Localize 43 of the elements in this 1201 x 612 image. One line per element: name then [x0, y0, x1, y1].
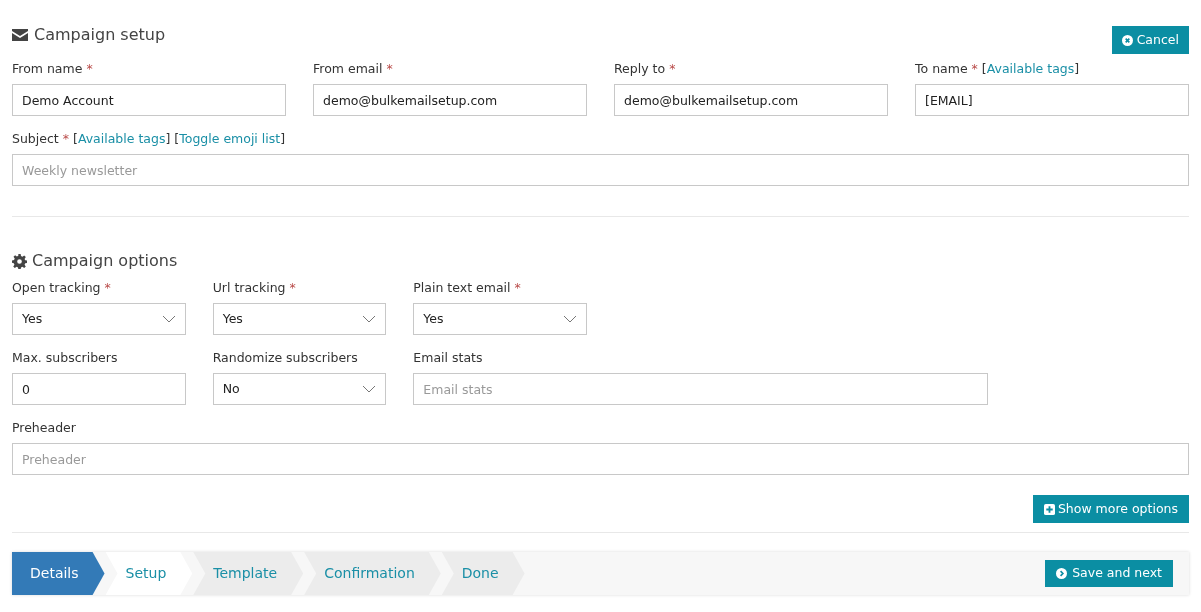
show-more-options-button[interactable]: Show more options — [1032, 495, 1189, 523]
available-tags-link[interactable]: [Available tags] — [981, 60, 1080, 79]
available-tags-link[interactable]: [Toggle emoji list] — [174, 130, 286, 149]
field-label: From name * — [12, 60, 93, 78]
close-circle-icon — [1121, 34, 1133, 46]
field-label: Randomize subscribers — [212, 349, 358, 367]
envelope-icon — [12, 29, 28, 41]
section-title: Campaign options — [32, 250, 178, 272]
input-field[interactable]: demo@bulkemailsetup.com — [614, 84, 888, 116]
input-field[interactable]: demo@bulkemailsetup.com — [313, 84, 587, 116]
input-field[interactable]: [EMAIL] — [915, 84, 1189, 116]
chevron-down-icon — [161, 315, 176, 323]
input-field[interactable]: Preheader — [12, 443, 1189, 475]
plus-square-icon — [1043, 503, 1055, 515]
save-and-next-button[interactable]: Save and next — [1045, 560, 1173, 587]
gear-icon — [12, 253, 27, 269]
available-tags-link[interactable]: [Available tags] — [73, 130, 171, 149]
dropdown[interactable]: Yes — [212, 303, 387, 335]
chevron-circle-icon — [1056, 568, 1068, 579]
section-title: Campaign setup — [34, 24, 166, 46]
field-label: Email stats — [413, 349, 483, 367]
wizard-step[interactable]: Setup — [105, 552, 193, 595]
field-label: Url tracking * — [212, 279, 296, 297]
dropdown[interactable]: Yes — [413, 303, 587, 335]
chevron-down-icon — [362, 385, 377, 393]
field-label: Subject * — [12, 130, 69, 148]
dropdown[interactable]: Yes — [12, 303, 186, 335]
field-label: Open tracking * — [12, 279, 111, 297]
field-label: Plain text email * — [413, 279, 521, 297]
input-field[interactable]: Demo Account — [12, 84, 286, 116]
field-label: Preheader — [12, 419, 76, 437]
field-label: Max. subscribers — [12, 349, 118, 367]
dropdown[interactable]: No — [212, 373, 387, 405]
chevron-down-icon — [563, 315, 577, 323]
input-field[interactable]: Email stats — [413, 373, 989, 405]
field-label: Reply to * — [614, 60, 676, 78]
input-field[interactable]: Weekly newsletter — [12, 154, 1189, 186]
cancel-button[interactable]: Cancel — [1111, 26, 1189, 54]
chevron-down-icon — [362, 315, 377, 323]
input-field[interactable]: 0 — [12, 373, 186, 405]
field-label: From email * — [313, 60, 393, 78]
wizard-step[interactable]: Details — [12, 552, 105, 595]
field-label: To name * — [915, 60, 978, 78]
